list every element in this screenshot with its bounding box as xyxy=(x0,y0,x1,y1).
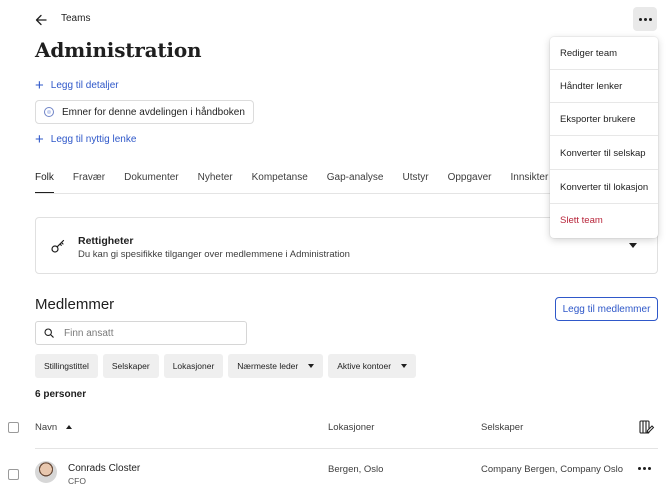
search-input[interactable] xyxy=(64,327,234,339)
menu-item-convert-to-location[interactable]: Konverter til lokasjon xyxy=(550,171,658,204)
tab-gap-analyse[interactable]: Gap-analyse xyxy=(327,172,384,194)
member-name[interactable]: Conrads Closter xyxy=(68,463,140,474)
plus-icon: + xyxy=(35,77,44,94)
chevron-down-icon xyxy=(629,243,637,248)
filter-label: Stillingstittel xyxy=(44,361,89,371)
handbook-topics-chip[interactable]: Emner for denne avdelingen i håndboken xyxy=(35,100,254,124)
add-members-button[interactable]: Legg til medlemmer xyxy=(555,297,658,321)
tab-nyheter[interactable]: Nyheter xyxy=(198,172,233,194)
back-button[interactable] xyxy=(32,11,50,29)
filter-label: Nærmeste leder xyxy=(237,361,299,371)
menu-item-manage-links[interactable]: Håndter lenker xyxy=(550,70,658,103)
team-options-menu: Rediger team Håndter lenker Eksporter br… xyxy=(550,37,658,238)
breadcrumb[interactable]: Teams xyxy=(61,13,90,24)
back-arrow-icon xyxy=(35,14,47,26)
chevron-down-icon xyxy=(308,364,315,368)
filter-manager[interactable]: Nærmeste leder xyxy=(228,354,324,378)
column-header-locations[interactable]: Lokasjoner xyxy=(328,422,374,433)
add-link-label: Legg til nyttig lenke xyxy=(50,134,137,145)
tab-oppgaver[interactable]: Oppgaver xyxy=(448,172,492,194)
menu-item-convert-to-company[interactable]: Konverter til selskap xyxy=(550,137,658,170)
tab-fravaer[interactable]: Fravær xyxy=(73,172,105,194)
tab-dokumenter[interactable]: Dokumenter xyxy=(124,172,178,194)
page-title: Administration xyxy=(35,38,202,62)
rights-description: Du kan gi spesifikke tilganger over medl… xyxy=(78,249,350,260)
column-header-name[interactable]: Navn xyxy=(35,422,73,433)
more-icon xyxy=(638,17,652,21)
table-header-divider xyxy=(35,448,658,449)
tab-utstyr[interactable]: Utstyr xyxy=(402,172,428,194)
plus-icon: + xyxy=(35,131,44,148)
filter-job-title[interactable]: Stillingstittel xyxy=(35,354,98,378)
chevron-down-icon xyxy=(401,364,408,368)
menu-item-delete-team[interactable]: Slett team xyxy=(550,204,658,237)
select-all-checkbox[interactable] xyxy=(8,422,19,433)
filter-label: Aktive kontoer xyxy=(337,361,392,371)
row-more-button[interactable] xyxy=(638,467,651,470)
key-icon xyxy=(51,239,65,253)
menu-item-export-users[interactable]: Eksporter brukere xyxy=(550,103,658,136)
column-header-companies[interactable]: Selskaper xyxy=(481,422,523,433)
row-checkbox[interactable] xyxy=(8,469,19,480)
add-details-link[interactable]: + Legg til detaljer xyxy=(35,78,119,93)
member-count: 6 personer xyxy=(35,389,87,400)
tab-folk[interactable]: Folk xyxy=(35,172,54,194)
column-name-label: Navn xyxy=(35,422,58,433)
tab-bar: Folk Fravær Dokumenter Nyheter Kompetans… xyxy=(35,172,567,194)
avatar xyxy=(35,461,57,483)
tab-innsikter[interactable]: Innsikter xyxy=(511,172,549,194)
filter-companies[interactable]: Selskaper xyxy=(102,354,159,378)
columns-edit-icon[interactable] xyxy=(639,420,655,434)
sort-up-icon xyxy=(66,425,73,430)
search-field[interactable] xyxy=(35,321,247,345)
add-details-label: Legg til detaljer xyxy=(50,80,119,91)
filter-active-accounts[interactable]: Aktive kontoer xyxy=(328,354,417,378)
search-icon xyxy=(44,328,54,338)
filter-label: Selskaper xyxy=(111,361,150,371)
filter-locations[interactable]: Lokasjoner xyxy=(163,354,224,378)
tab-kompetanse[interactable]: Kompetanse xyxy=(252,172,308,194)
member-locations: Bergen, Oslo xyxy=(328,464,384,475)
member-role: CFO xyxy=(68,476,86,486)
more-options-button[interactable] xyxy=(633,7,657,31)
handbook-topics-label: Emner for denne avdelingen i håndboken xyxy=(62,106,245,118)
chat-bubble-icon xyxy=(44,107,54,117)
filter-label: Lokasjoner xyxy=(172,361,215,371)
more-icon xyxy=(638,467,651,470)
add-link-link[interactable]: + Legg til nyttig lenke xyxy=(35,132,136,147)
filter-bar: Stillingstittel Selskaper Lokasjoner Nær… xyxy=(35,354,417,378)
member-companies: Company Bergen, Company Oslo xyxy=(481,464,624,475)
rights-title: Rettigheter xyxy=(78,235,134,247)
members-title: Medlemmer xyxy=(35,296,115,313)
menu-item-edit-team[interactable]: Rediger team xyxy=(550,37,658,70)
